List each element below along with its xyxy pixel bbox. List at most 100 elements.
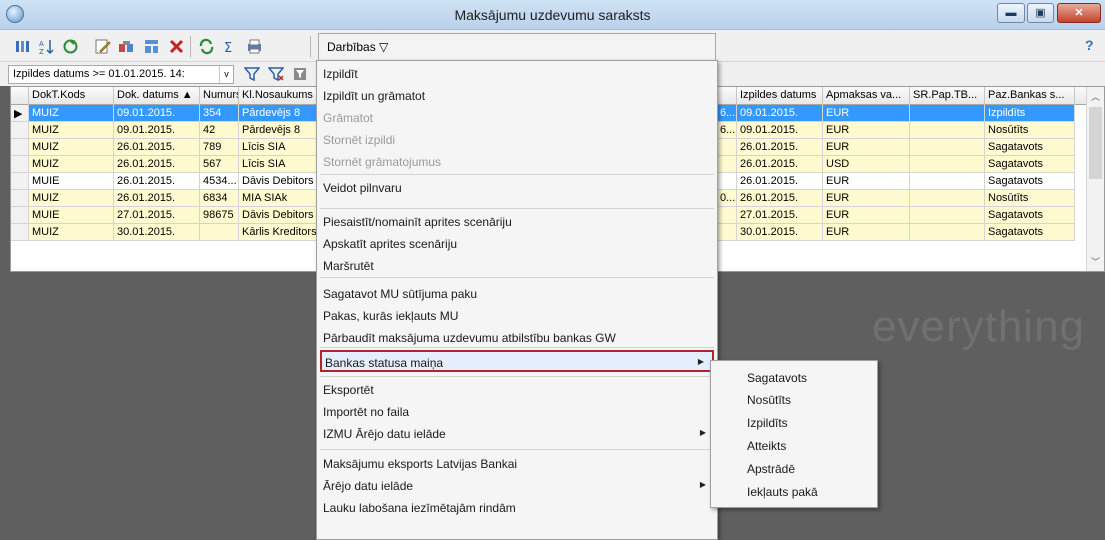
cell-numurs[interactable]: 6834 <box>200 190 239 207</box>
cell-izpildes[interactable]: 26.01.2015. <box>737 139 823 156</box>
menu-item[interactable]: Sagatavot MU sūtījuma paku <box>320 283 714 305</box>
cell-statuss[interactable]: Izpildīts <box>985 105 1075 122</box>
cell-numurs[interactable]: 42 <box>200 122 239 139</box>
column-header[interactable]: Kl.Nosaukums <box>239 87 317 105</box>
column-header[interactable]: Apmaksas va... <box>823 87 910 105</box>
cell-datums[interactable]: 09.01.2015. <box>114 122 200 139</box>
menu-item[interactable]: Importēt no faila <box>320 401 714 423</box>
menu-item[interactable]: Veidot pilnvaru <box>320 177 714 199</box>
cell-valuta[interactable]: EUR <box>823 139 910 156</box>
cell-trunc[interactable] <box>717 207 737 224</box>
scroll-up-icon[interactable]: ︿ <box>1089 90 1102 103</box>
cell-statuss[interactable]: Sagatavots <box>985 224 1075 241</box>
sort-icon[interactable]: AZ <box>38 38 55 55</box>
print-icon[interactable] <box>246 38 263 55</box>
menu-item[interactable]: Stornēt izpildi <box>320 129 714 151</box>
cell-izpildes[interactable]: 26.01.2015. <box>737 156 823 173</box>
cell-valuta[interactable]: EUR <box>823 105 910 122</box>
edit-icon[interactable] <box>94 38 111 55</box>
column-header[interactable]: SR.Pap.TB... <box>910 87 985 105</box>
actions-menu-button[interactable]: Darbības ▽ <box>318 33 716 61</box>
cell-trunc[interactable] <box>717 156 737 173</box>
cell-statuss[interactable]: Sagatavots <box>985 207 1075 224</box>
cell-sr[interactable] <box>910 156 985 173</box>
sync-icon[interactable] <box>198 38 215 55</box>
cell-kods[interactable]: MUIZ <box>29 190 114 207</box>
delete-icon[interactable] <box>168 38 185 55</box>
cell-statuss[interactable]: Sagatavots <box>985 156 1075 173</box>
import-icon[interactable] <box>14 38 31 55</box>
cell-valuta[interactable]: EUR <box>823 122 910 139</box>
cell-izpildes[interactable]: 27.01.2015. <box>737 207 823 224</box>
cell-valuta[interactable]: USD <box>823 156 910 173</box>
cell-statuss[interactable]: Sagatavots <box>985 139 1075 156</box>
copy-icon[interactable] <box>118 38 135 55</box>
menu-item[interactable]: Maksājumu eksports Latvijas Bankai <box>320 453 714 475</box>
cell-kods[interactable]: MUIZ <box>29 105 114 122</box>
row-header[interactable] <box>11 224 29 241</box>
column-header[interactable]: Izpildes datums <box>737 87 823 105</box>
scrollbar-thumb[interactable] <box>1089 107 1102 179</box>
cell-izpildes[interactable]: 26.01.2015. <box>737 173 823 190</box>
filter-settings-icon[interactable] <box>292 66 308 82</box>
submenu-item[interactable]: Atteikts <box>747 439 786 453</box>
cell-valuta[interactable]: EUR <box>823 190 910 207</box>
cell-valuta[interactable]: EUR <box>823 224 910 241</box>
column-header[interactable]: DokT.Kods <box>29 87 114 105</box>
menu-item[interactable]: Ārējo datu ielāde ▶ <box>320 475 714 497</box>
cell-izpildes[interactable]: 09.01.2015. <box>737 122 823 139</box>
cell-izpildes[interactable]: 09.01.2015. <box>737 105 823 122</box>
cell-kods[interactable]: MUIZ <box>29 224 114 241</box>
cell-nosaukums[interactable]: Līcis SIA <box>239 156 317 173</box>
cell-datums[interactable]: 27.01.2015. <box>114 207 200 224</box>
maximize-button[interactable]: ▣ <box>1027 3 1054 23</box>
menu-item[interactable]: Bankas statusa maiņa ▶ <box>320 350 714 372</box>
row-header[interactable] <box>11 173 29 190</box>
cell-izpildes[interactable]: 26.01.2015. <box>737 190 823 207</box>
cell-datums[interactable]: 26.01.2015. <box>114 173 200 190</box>
cell-numurs[interactable]: 354 <box>200 105 239 122</box>
column-header[interactable]: Paz.Bankas s... <box>985 87 1075 105</box>
cell-statuss[interactable]: Nosūtīts <box>985 190 1075 207</box>
submenu-item[interactable]: Izpildīts <box>747 416 788 430</box>
cell-sr[interactable] <box>910 105 985 122</box>
submenu-item[interactable]: Apstrādē <box>747 462 795 476</box>
row-header[interactable] <box>11 139 29 156</box>
menu-item[interactable]: Pakas, kurās iekļauts MU <box>320 305 714 327</box>
menu-item[interactable]: Maršrutēt <box>320 255 714 277</box>
clear-filter-icon[interactable] <box>268 66 284 82</box>
cell-trunc[interactable]: 0... <box>717 190 737 207</box>
cell-datums[interactable]: 26.01.2015. <box>114 139 200 156</box>
cell-sr[interactable] <box>910 122 985 139</box>
cell-sr[interactable] <box>910 139 985 156</box>
cell-datums[interactable]: 26.01.2015. <box>114 190 200 207</box>
cell-nosaukums[interactable]: Dāvis Debitors <box>239 173 317 190</box>
cell-trunc[interactable]: 6... <box>717 122 737 139</box>
cell-datums[interactable]: 09.01.2015. <box>114 105 200 122</box>
cell-sr[interactable] <box>910 190 985 207</box>
submenu-item[interactable]: Sagatavots <box>747 371 807 385</box>
cell-trunc[interactable]: 6... <box>717 105 737 122</box>
help-icon[interactable]: ? <box>1085 37 1101 53</box>
column-header[interactable] <box>717 87 737 105</box>
cell-nosaukums[interactable]: Līcis SIA <box>239 139 317 156</box>
cell-kods[interactable]: MUIZ <box>29 122 114 139</box>
chevron-down-icon[interactable]: v <box>219 66 233 83</box>
current-row-indicator-icon[interactable]: ▶ <box>11 105 29 122</box>
cell-datums[interactable]: 30.01.2015. <box>114 224 200 241</box>
menu-item[interactable]: Apskatīt aprites scenāriju <box>320 233 714 255</box>
menu-item[interactable]: Stornēt grāmatojumus <box>320 151 714 173</box>
cell-numurs[interactable]: 567 <box>200 156 239 173</box>
filter-icon[interactable] <box>244 66 260 82</box>
cell-trunc[interactable] <box>717 173 737 190</box>
menu-item[interactable]: Izpildīt un grāmatot <box>320 85 714 107</box>
cell-sr[interactable] <box>910 173 985 190</box>
close-button[interactable]: ✕ <box>1057 3 1101 23</box>
cell-nosaukums[interactable]: MIA SIAk <box>239 190 317 207</box>
menu-item[interactable]: Grāmatot <box>320 107 714 129</box>
cell-valuta[interactable]: EUR <box>823 207 910 224</box>
menu-item[interactable]: Lauku labošana iezīmētajām rindām <box>320 497 714 519</box>
cell-trunc[interactable] <box>717 224 737 241</box>
cell-nosaukums[interactable]: Pārdevējs 8 <box>239 105 317 122</box>
column-header[interactable]: Numurs <box>200 87 239 105</box>
